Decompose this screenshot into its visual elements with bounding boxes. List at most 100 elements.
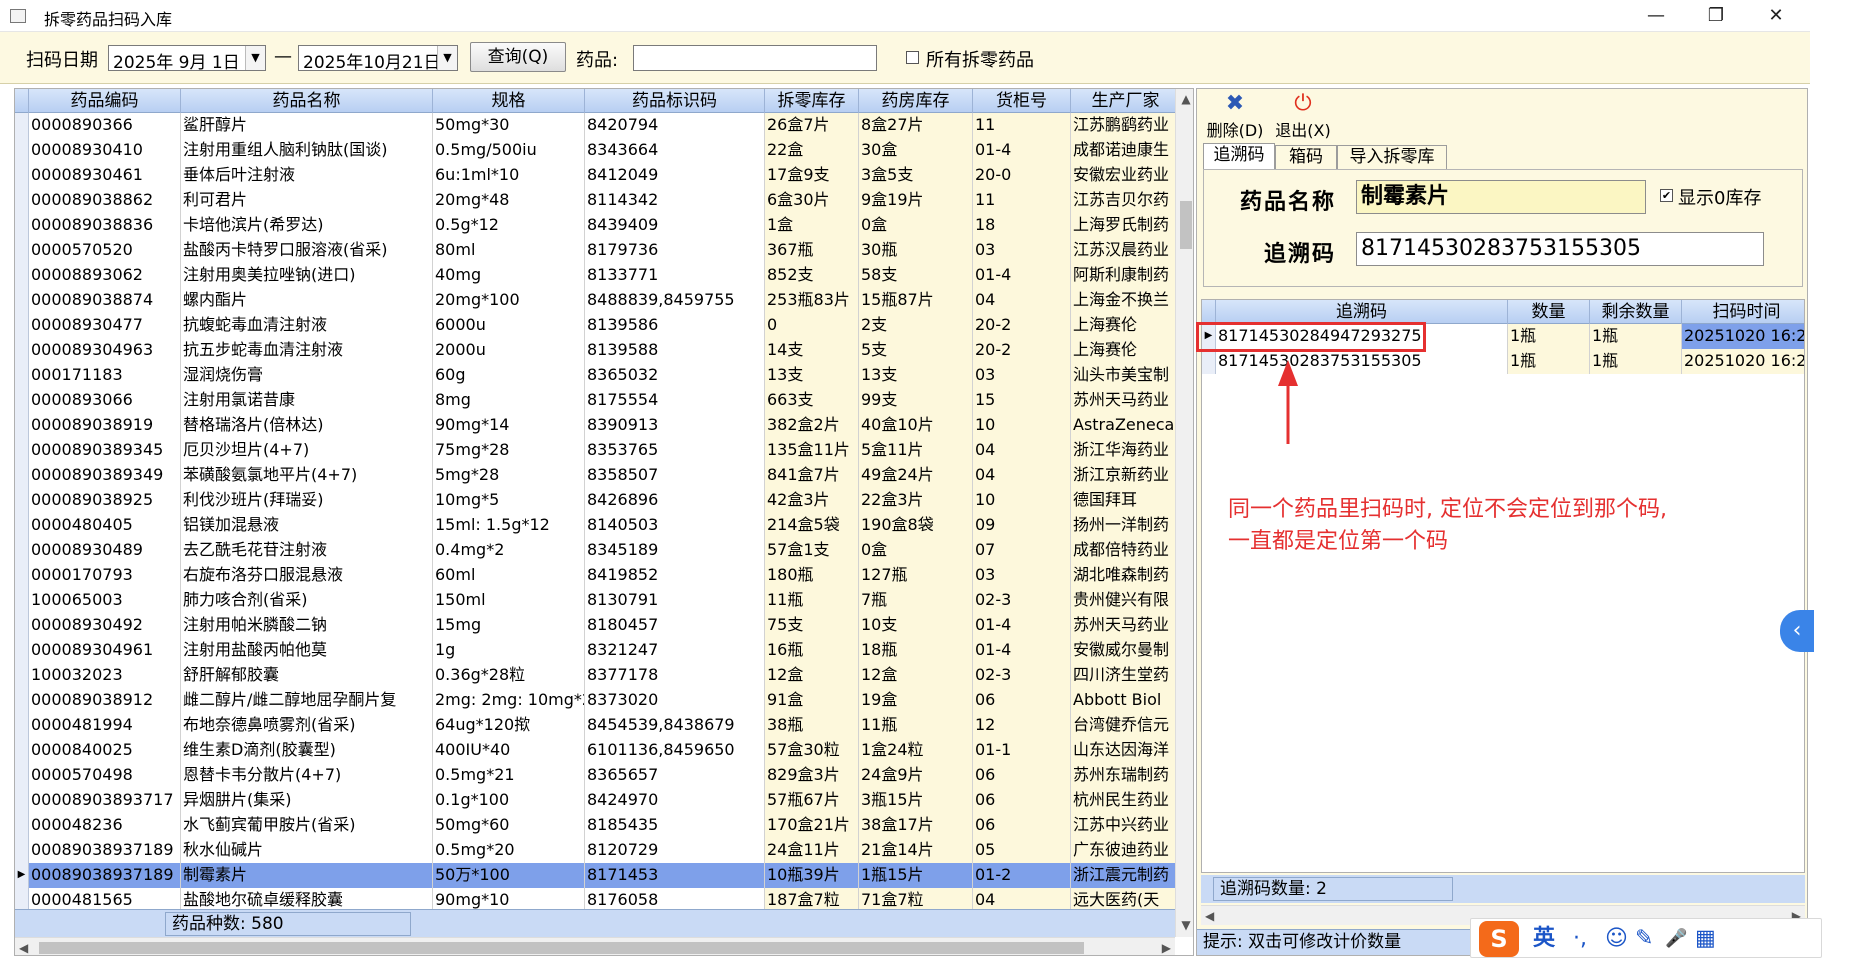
pharmacy-stock-cell[interactable]: 8盒27片 [859, 113, 973, 138]
col-header-qty[interactable]: 数量 [1508, 300, 1590, 324]
drug-name-cell[interactable]: 去乙酰毛花苷注射液 [181, 538, 433, 563]
split-stock-cell[interactable]: 16瓶 [765, 638, 859, 663]
qty-cell[interactable]: 1瓶 [1508, 349, 1590, 374]
spec-cell[interactable]: 6000u [433, 313, 585, 338]
drug-name-cell[interactable]: 注射用奥美拉唑钠(进口) [181, 263, 433, 288]
spec-cell[interactable]: 1g [433, 638, 585, 663]
spec-cell[interactable]: 50万*100 [433, 863, 585, 888]
drug-code-cell[interactable]: 00008930489 [29, 538, 181, 563]
spec-cell[interactable]: 20mg*100 [433, 288, 585, 313]
drug-name-cell[interactable]: 恩替卡韦分散片(4+7) [181, 763, 433, 788]
pharmacy-stock-cell[interactable]: 7瓶 [859, 588, 973, 613]
drug-name-cell[interactable]: 注射用帕米膦酸二钠 [181, 613, 433, 638]
drug-code-cell[interactable]: 000089038925 [29, 488, 181, 513]
drug-id-cell[interactable]: 8139588 [585, 338, 765, 363]
drug-id-cell[interactable]: 8176058 [585, 888, 765, 909]
pharmacy-stock-cell[interactable]: 13支 [859, 363, 973, 388]
split-stock-cell[interactable]: 14支 [765, 338, 859, 363]
pharmacy-stock-cell[interactable]: 9盒19片 [859, 188, 973, 213]
split-stock-cell[interactable]: 382盒2片 [765, 413, 859, 438]
table-row[interactable]: 000089038919 替格瑞洛片(倍林达) 90mg*14 8390913 382盒… [15, 413, 1175, 438]
col-header-code[interactable]: 药品编码 [29, 89, 181, 113]
drug-id-cell[interactable]: 8185435 [585, 813, 765, 838]
pharmacy-stock-cell[interactable]: 71盒7粒 [859, 888, 973, 909]
pharmacy-stock-cell[interactable]: 127瓶 [859, 563, 973, 588]
cabinet-cell[interactable]: 01-2 [973, 863, 1071, 888]
query-button[interactable]: 查询(Q) [470, 42, 566, 72]
pharmacy-stock-cell[interactable]: 58支 [859, 263, 973, 288]
cabinet-cell[interactable]: 05 [973, 838, 1071, 863]
show-zero-checkbox[interactable]: ✔ [1660, 189, 1673, 202]
spec-cell[interactable]: 2000u [433, 338, 585, 363]
table-row[interactable]: 00008893062 注射用奥美拉唑钠(进口) 40mg 8133771 852支 58… [15, 263, 1175, 288]
cabinet-cell[interactable]: 01-4 [973, 638, 1071, 663]
split-stock-cell[interactable]: 0 [765, 313, 859, 338]
manufacturer-cell[interactable]: AstraZeneca [1071, 413, 1175, 438]
drug-search-input[interactable] [633, 45, 877, 71]
table-row[interactable]: ▶ 00089038937189 制霉素片 50万*100 8171453 10瓶39片 1… [15, 863, 1175, 888]
split-stock-cell[interactable]: 38瓶 [765, 713, 859, 738]
pharmacy-stock-cell[interactable]: 99支 [859, 388, 973, 413]
drug-name-cell[interactable]: 布地奈德鼻喷雾剂(省采) [181, 713, 433, 738]
cabinet-cell[interactable]: 06 [973, 813, 1071, 838]
spec-cell[interactable]: 50mg*30 [433, 113, 585, 138]
split-stock-cell[interactable]: 852支 [765, 263, 859, 288]
scroll-up-icon[interactable]: ▲ [1176, 89, 1193, 109]
table-row[interactable]: 000089038874 螺内酯片 20mg*100 8488839,8459755 2… [15, 288, 1175, 313]
split-stock-cell[interactable]: 170盒21片 [765, 813, 859, 838]
drug-id-cell[interactable]: 8377178 [585, 663, 765, 688]
drug-id-cell[interactable]: 8114342 [585, 188, 765, 213]
table-row[interactable]: 0000893066 注射用氯诺昔康 8mg 8175554 663支 99支 15 苏州天马… [15, 388, 1175, 413]
cabinet-cell[interactable]: 03 [973, 363, 1071, 388]
close-button[interactable]: ✕ [1746, 2, 1806, 30]
drug-name-cell[interactable]: 水飞蓟宾葡甲胺片(省采) [181, 813, 433, 838]
manufacturer-cell[interactable]: 浙江震元制药 [1071, 863, 1175, 888]
ime-lang-toggle[interactable]: 英 [1533, 925, 1555, 953]
table-row[interactable]: 0000890366 鲨肝醇片 50mg*30 8420794 26盒7片 8盒27片 11… [15, 113, 1175, 138]
split-stock-cell[interactable]: 829盒3片 [765, 763, 859, 788]
split-stock-cell[interactable]: 75支 [765, 613, 859, 638]
drug-code-cell[interactable]: 000089038919 [29, 413, 181, 438]
split-stock-cell[interactable]: 367瓶 [765, 238, 859, 263]
pharmacy-stock-cell[interactable]: 1瓶15片 [859, 863, 973, 888]
split-stock-cell[interactable]: 91盒 [765, 688, 859, 713]
manufacturer-cell[interactable]: 贵州健兴有限 [1071, 588, 1175, 613]
split-stock-cell[interactable]: 180瓶 [765, 563, 859, 588]
manufacturer-cell[interactable]: 阿斯利康制药 [1071, 263, 1175, 288]
scroll-left-icon[interactable]: ◀ [19, 938, 28, 955]
split-stock-cell[interactable]: 42盒3片 [765, 488, 859, 513]
manufacturer-cell[interactable]: 山东达因海洋 [1071, 738, 1175, 763]
drug-code-cell[interactable]: 00008903893717 [29, 788, 181, 813]
cabinet-cell[interactable]: 04 [973, 463, 1071, 488]
manufacturer-cell[interactable]: 扬州一洋制药 [1071, 513, 1175, 538]
cabinet-cell[interactable]: 20-2 [973, 338, 1071, 363]
drug-id-cell[interactable]: 8171453 [585, 863, 765, 888]
end-date-picker[interactable]: 2025年10月21日 ▼ [298, 45, 458, 71]
spec-cell[interactable]: 75mg*28 [433, 438, 585, 463]
pharmacy-stock-cell[interactable]: 49盒24片 [859, 463, 973, 488]
table-row[interactable]: 0000480405 铝镁加混悬液 15ml: 1.5g*12 8140503 214盒… [15, 513, 1175, 538]
drug-grid-vscrollbar[interactable]: ▲ ▼ [1175, 89, 1193, 937]
table-row[interactable]: 0000890389349 苯磺酸氨氯地平片(4+7) 5mg*28 8358507 8… [15, 463, 1175, 488]
drug-name-cell[interactable]: 盐酸丙卡特罗口服溶液(省采) [181, 238, 433, 263]
table-row[interactable]: 00008903893717 异烟肼片(集采) 0.1g*100 8424970 57瓶… [15, 788, 1175, 813]
drug-name-cell[interactable]: 注射用氯诺昔康 [181, 388, 433, 413]
spec-cell[interactable]: 2mg: 2mg: 10mg*2 [433, 688, 585, 713]
table-row[interactable]: 000089038912 雌二醇片/雌二醇地屈孕酮片复 2mg: 2mg: 10mg… [15, 688, 1175, 713]
ime-emoji-icon[interactable]: ☺ [1605, 925, 1628, 953]
table-row[interactable]: 00089038937189 秋水仙碱片 0.5mg*20 8120729 24盒11片… [15, 838, 1175, 863]
col-header-name[interactable]: 药品名称 [181, 89, 433, 113]
drug-code-cell[interactable]: 0000890366 [29, 113, 181, 138]
cabinet-cell[interactable]: 20-0 [973, 163, 1071, 188]
side-collapse-button[interactable]: ‹ [1780, 610, 1814, 652]
drug-id-cell[interactable]: 8345189 [585, 538, 765, 563]
table-row[interactable]: 00008930410 注射用重组人脑利钠肽(国谈) 0.5mg/500iu 8343… [15, 138, 1175, 163]
manufacturer-cell[interactable]: 远大医药(天 [1071, 888, 1175, 909]
drug-code-cell[interactable]: 0000481565 [29, 888, 181, 909]
cabinet-cell[interactable]: 06 [973, 688, 1071, 713]
pharmacy-stock-cell[interactable]: 11瓶 [859, 713, 973, 738]
manufacturer-cell[interactable]: 安徽宏业药业 [1071, 163, 1175, 188]
drug-code-cell[interactable]: 0000480405 [29, 513, 181, 538]
split-stock-cell[interactable]: 57瓶67片 [765, 788, 859, 813]
col-header-remaining[interactable]: 剩余数量 [1590, 300, 1682, 324]
